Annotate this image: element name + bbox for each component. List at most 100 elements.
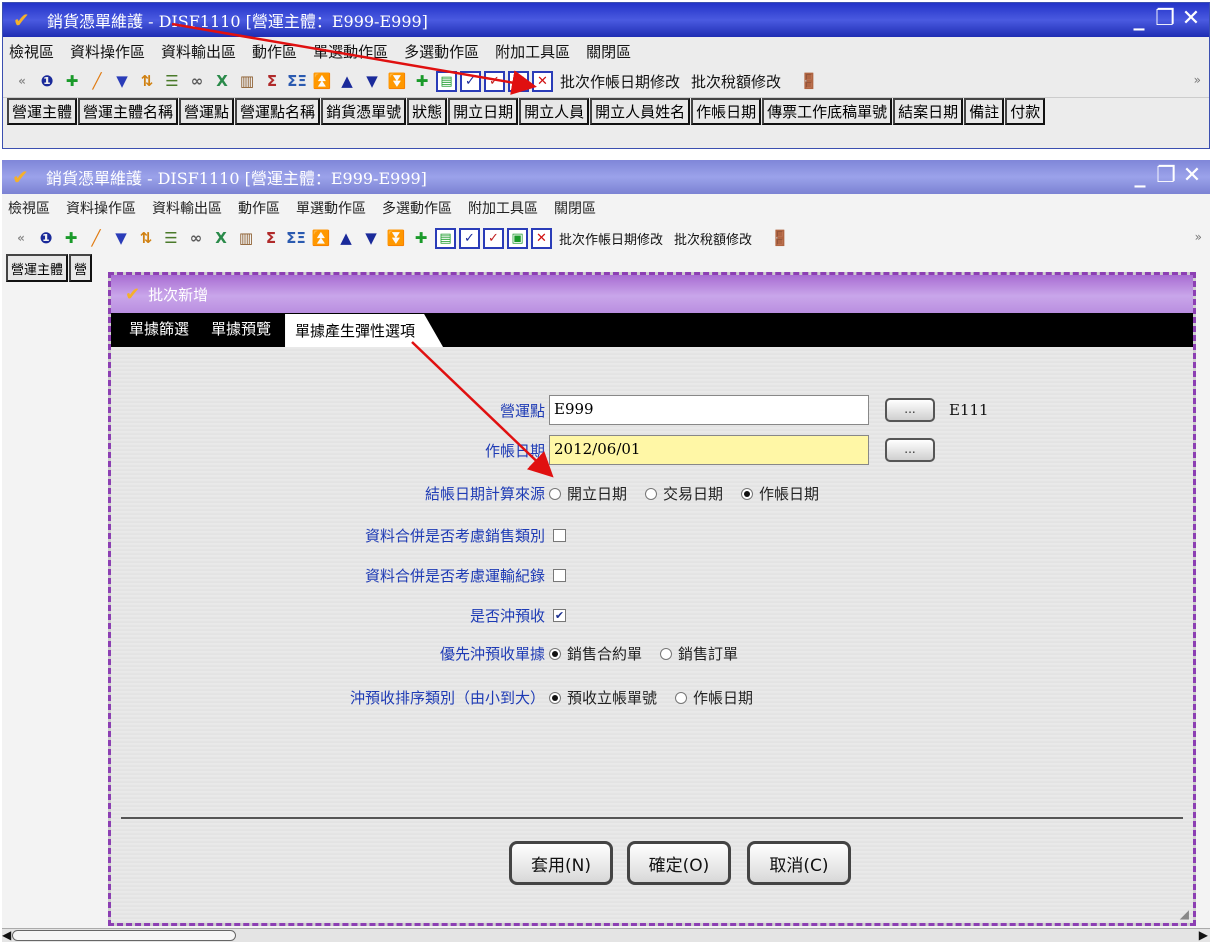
menu-view[interactable]: 檢視區 [9, 41, 54, 62]
print-icon[interactable]: ▣ [508, 70, 529, 92]
scroll-right-icon[interactable]: » [1195, 230, 1202, 244]
horizontal-scrollbar[interactable]: ◀ ▶ [2, 928, 1210, 942]
prev-record-icon[interactable]: ▲ [335, 227, 357, 249]
delete-icon[interactable]: ✕ [531, 227, 552, 249]
scroll-left-icon[interactable]: « [10, 227, 32, 249]
link-icon[interactable]: ∞ [185, 227, 207, 249]
restore-icon[interactable]: ❐ [1153, 5, 1177, 33]
col-header[interactable]: 付款 [1005, 98, 1046, 125]
delete-icon[interactable]: ✕ [532, 70, 553, 92]
print-icon[interactable]: ▣ [507, 227, 528, 249]
col-header[interactable]: 開立人員 [519, 98, 590, 125]
menu-single-actions[interactable]: 單選動作區 [313, 41, 388, 62]
radio-button-selected[interactable] [741, 487, 754, 500]
close-icon[interactable]: ✕ [1179, 5, 1203, 33]
info-icon[interactable]: ❶ [35, 227, 57, 249]
offset-prepay-checkbox[interactable]: ✔ [553, 609, 566, 622]
scroll-right-arrow-icon[interactable]: ▶ [1199, 928, 1208, 942]
batch-doc-icon[interactable]: ▤ [436, 70, 457, 92]
radio-sort-posting-date[interactable]: 作帳日期 [675, 687, 753, 708]
restore-icon[interactable]: ❐ [1154, 162, 1178, 190]
minimize-icon[interactable]: _ [1127, 5, 1151, 33]
batch-add-icon[interactable]: ✚ [411, 70, 433, 92]
col-header[interactable]: 營運主體 [6, 254, 69, 282]
menu-data-output[interactable]: 資料輸出區 [152, 198, 222, 218]
col-header[interactable]: 傳票工作底稿單號 [762, 98, 893, 125]
menu-actions[interactable]: 動作區 [238, 198, 280, 218]
site-lookup-button[interactable]: ... [885, 398, 935, 422]
col-header[interactable]: 開立人員姓名 [590, 98, 691, 125]
tab-generation-options[interactable]: 單據產生彈性選項 [285, 314, 444, 347]
next-record-icon[interactable]: ▼ [360, 227, 382, 249]
tab-document-filter[interactable]: 單據篩選 [121, 318, 197, 347]
menu-actions[interactable]: 動作區 [252, 41, 297, 62]
menu-close[interactable]: 關閉區 [586, 41, 631, 62]
apply-button[interactable]: 套用(N) [509, 841, 613, 885]
batch-date-edit-button[interactable]: 批次作帳日期修改 [555, 229, 667, 248]
scrollbar-thumb[interactable] [12, 930, 236, 941]
chart-icon[interactable]: ▥ [235, 227, 257, 249]
col-header[interactable]: 開立日期 [448, 98, 519, 125]
info-icon[interactable]: ❶ [36, 70, 58, 92]
last-record-icon[interactable]: ⏬ [385, 227, 407, 249]
radio-button-selected[interactable] [549, 647, 561, 660]
radio-button[interactable] [660, 647, 673, 660]
cancel-button[interactable]: 取消(C) [747, 841, 851, 885]
excel-icon[interactable]: X [210, 227, 232, 249]
batch-add-icon[interactable]: ✚ [410, 227, 432, 249]
menu-extra-tools[interactable]: 附加工具區 [468, 198, 538, 218]
menu-multi-actions[interactable]: 多選動作區 [404, 41, 479, 62]
check-icon[interactable]: ✓ [459, 227, 480, 249]
batch-doc-icon[interactable]: ▤ [435, 227, 456, 249]
batch-tax-edit-button[interactable]: 批次稅額修改 [670, 229, 756, 248]
add-icon[interactable]: ✚ [60, 227, 82, 249]
col-header[interactable]: 狀態 [407, 98, 448, 125]
col-header[interactable]: 銷貨憑單號 [321, 98, 407, 125]
exit-icon[interactable]: 🚪 [798, 70, 820, 92]
excel-icon[interactable]: X [211, 70, 233, 92]
link-icon[interactable]: ∞ [186, 70, 208, 92]
menu-data-ops[interactable]: 資料操作區 [66, 198, 136, 218]
scroll-right-icon[interactable]: » [1194, 73, 1201, 87]
close-icon[interactable]: ✕ [1180, 162, 1204, 190]
batch-tax-edit-button[interactable]: 批次稅額修改 [687, 71, 785, 92]
radio-button[interactable] [549, 487, 561, 500]
menu-data-ops[interactable]: 資料操作區 [70, 41, 145, 62]
col-header[interactable]: 營運點 [179, 98, 235, 125]
menu-view[interactable]: 檢視區 [8, 198, 50, 218]
first-record-icon[interactable]: ⏫ [311, 70, 333, 92]
radio-prepay-number[interactable]: 預收立帳單號 [549, 687, 657, 708]
col-header[interactable]: 營運主體 [7, 98, 78, 125]
radio-button[interactable] [645, 487, 658, 500]
sort-icon[interactable]: ⇅ [136, 70, 158, 92]
chart-icon[interactable]: ▥ [236, 70, 258, 92]
subtotal-icon[interactable]: ΣΞ [286, 70, 308, 92]
posting-date-input[interactable]: 2012/06/01 [549, 435, 869, 465]
menu-extra-tools[interactable]: 附加工具區 [495, 41, 570, 62]
radio-button-selected[interactable] [549, 691, 561, 704]
menu-single-actions[interactable]: 單選動作區 [296, 198, 366, 218]
check-edit-icon[interactable]: ✓ [484, 70, 505, 92]
radio-sales-contract[interactable]: 銷售合約單 [549, 643, 642, 664]
filter-icon[interactable]: ▼ [110, 227, 132, 249]
radio-button[interactable] [675, 691, 688, 704]
subtotal-icon[interactable]: ΣΞ [285, 227, 307, 249]
site-input[interactable]: E999 [549, 395, 869, 425]
radio-posting-date[interactable]: 作帳日期 [741, 483, 819, 504]
date-lookup-button[interactable]: ... [885, 438, 935, 462]
minimize-icon[interactable]: _ [1128, 162, 1152, 190]
menu-multi-actions[interactable]: 多選動作區 [382, 198, 452, 218]
menu-data-output[interactable]: 資料輸出區 [161, 41, 236, 62]
ok-button[interactable]: 確定(O) [627, 841, 731, 885]
radio-trade-date[interactable]: 交易日期 [645, 483, 723, 504]
scroll-left-arrow-icon[interactable]: ◀ [2, 928, 11, 942]
sum-icon[interactable]: Σ [260, 227, 282, 249]
col-header[interactable]: 作帳日期 [691, 98, 762, 125]
sort-icon[interactable]: ⇅ [135, 227, 157, 249]
edit-icon[interactable]: ╱ [85, 227, 107, 249]
batch-date-edit-button[interactable]: 批次作帳日期修改 [556, 71, 684, 92]
merge-sales-checkbox[interactable] [553, 529, 566, 542]
col-header[interactable]: 營運主體名稱 [78, 98, 179, 125]
resize-grip-icon[interactable]: ◢ [1180, 907, 1189, 921]
next-record-icon[interactable]: ▼ [361, 70, 383, 92]
